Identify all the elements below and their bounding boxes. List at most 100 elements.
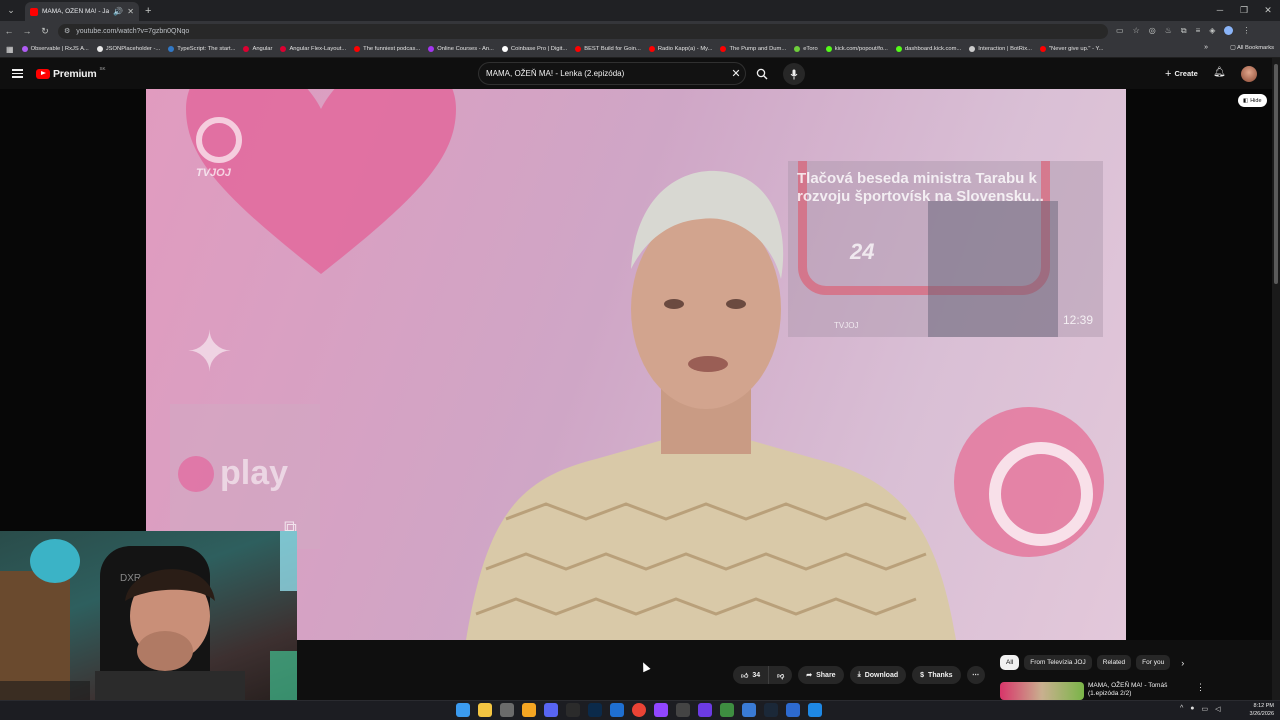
bookmark-item[interactable]: Angular — [243, 46, 272, 52]
taskbar-app-icon[interactable] — [698, 703, 712, 717]
volume-icon[interactable]: ◁ — [1215, 705, 1220, 713]
star-icon[interactable]: ☆ — [1133, 26, 1140, 36]
taskbar-app-icon[interactable] — [500, 703, 514, 717]
extension-icon[interactable]: ◎ — [1149, 26, 1156, 36]
like-button[interactable]: 👍︎ 34 — [733, 666, 770, 684]
related-video-item[interactable]: MAMA, OŽEŇ MA! - Tomáš (1.epizóda 2/2) ⋮ — [1000, 682, 1205, 700]
chip-all[interactable]: All — [1000, 655, 1020, 670]
more-actions-icon[interactable]: ⋯ — [966, 666, 985, 684]
bookmark-favicon-icon — [354, 46, 361, 52]
scrollbar-thumb[interactable] — [1274, 64, 1278, 284]
site-info-icon[interactable]: ⚙ — [64, 27, 70, 35]
taskbar-app-icon[interactable] — [676, 703, 690, 717]
bookmark-item[interactable]: Coinbase Pro | Digit... — [501, 46, 567, 52]
chip-related[interactable]: Related — [1096, 655, 1132, 670]
clear-search-icon[interactable]: ✕ — [727, 67, 745, 80]
address-bar[interactable]: ⚙ youtube.com/watch?v=7gzbn0QNqo — [58, 23, 1108, 39]
reload-icon[interactable]: ↻ — [36, 26, 54, 37]
bookmark-item[interactable]: TypeScript: The start... — [168, 46, 235, 52]
tray-chevron-icon[interactable]: ^ — [1180, 705, 1183, 713]
media-icon[interactable]: ≡ — [1196, 26, 1201, 36]
extension-icon[interactable]: ◈ — [1209, 26, 1215, 36]
minimize-icon[interactable]: ─ — [1208, 0, 1232, 21]
bookmark-item[interactable]: Angular Flex-Layout... — [280, 46, 346, 52]
bookmark-item[interactable]: The Pump and Dum... — [720, 46, 786, 52]
download-button[interactable]: ⤓ Download — [849, 666, 907, 684]
search-box[interactable]: MAMA, OŽEŇ MA! - Lenka (2.epizóda) ✕ — [478, 62, 746, 85]
speaker-icon[interactable]: 🔊 — [113, 7, 123, 16]
taskbar-app-icon[interactable] — [566, 703, 580, 717]
profile-icon[interactable] — [1224, 26, 1234, 35]
extension-icon[interactable]: ♨ — [1165, 26, 1172, 36]
close-window-icon[interactable]: ✕ — [1256, 0, 1280, 21]
streamer-webcam-overlay: DXR — [0, 531, 297, 720]
channel-watermark: TVJOJ — [196, 167, 231, 179]
taskbar-app-icon[interactable] — [522, 703, 536, 717]
file-explorer-icon[interactable] — [478, 703, 492, 717]
discord-icon[interactable] — [544, 703, 558, 717]
bookmark-item[interactable]: Online Courses - An... — [428, 46, 494, 52]
mic-tray-icon[interactable]: ● — [1190, 705, 1194, 713]
cast-icon[interactable]: ▭ — [1116, 26, 1124, 36]
photoshop-icon[interactable] — [588, 703, 602, 717]
page-scrollbar[interactable] — [1272, 58, 1280, 700]
youtube-logo[interactable]: Premium SK — [36, 66, 106, 80]
bookmark-item[interactable]: Interaction | BotRix... — [969, 46, 1032, 52]
network-icon[interactable]: ▭ — [1202, 705, 1209, 713]
search-input[interactable]: MAMA, OŽEŇ MA! - Lenka (2.epizóda) — [486, 69, 727, 78]
hamburger-menu-icon[interactable] — [12, 69, 23, 78]
chrome-icon[interactable] — [632, 703, 646, 717]
taskbar-app-icon[interactable] — [786, 703, 800, 717]
all-bookmarks-link[interactable]: ▢ All Bookmarks — [1230, 45, 1274, 51]
related-thumbnail[interactable] — [1000, 682, 1084, 700]
maximize-icon[interactable]: ❐ — [1232, 0, 1256, 21]
play-card[interactable]: play — [170, 404, 320, 549]
bookmarks-overflow-icon[interactable]: » — [1204, 44, 1208, 51]
forward-icon[interactable]: → — [18, 26, 36, 36]
taskbar-app-icon[interactable] — [610, 703, 624, 717]
bookmark-label: Angular Flex-Layout... — [289, 46, 347, 52]
clock-time: 8:12 PM — [1253, 703, 1274, 709]
bookmark-item[interactable]: kick.com/popout/fo... — [825, 46, 888, 52]
create-button[interactable]: + Create — [1159, 64, 1204, 83]
browser-toolbar: ← → ↻ ⚙ youtube.com/watch?v=7gzbn0QNqo ▭… — [0, 21, 1280, 41]
toolbar-icons: ▭ ☆ ◎ ♨ ⧉ ≡ ◈ ⋮ — [1116, 26, 1250, 36]
chip-for-you[interactable]: For you — [1136, 655, 1171, 670]
tab-close-icon[interactable]: ✕ — [127, 7, 134, 16]
bookmark-item[interactable]: JSONPlaceholder -... — [96, 46, 160, 52]
windows-start-icon[interactable] — [456, 703, 470, 717]
avatar[interactable] — [1241, 66, 1257, 82]
new-tab-button[interactable]: + — [145, 5, 151, 17]
taskbar-app-icon[interactable] — [742, 703, 756, 717]
kebab-menu-icon[interactable]: ⋮ — [1242, 26, 1250, 36]
taskbar-clock[interactable]: 8:12 PM 3/26/2026 — [1240, 702, 1274, 718]
thanks-button[interactable]: $ Thanks — [912, 666, 961, 684]
related-title[interactable]: MAMA, OŽEŇ MA! - Tomáš (1.epizóda 2/2) — [1088, 682, 1178, 700]
taskbar-app-icon[interactable] — [654, 703, 668, 717]
bookmark-item[interactable]: BEST Build for Goin... — [575, 46, 641, 52]
bookmark-item[interactable]: "Never give up." - Y... — [1039, 46, 1103, 52]
apps-icon[interactable]: ▦ — [6, 45, 14, 54]
bookmark-item[interactable]: Observable | RxJS A... — [21, 46, 89, 52]
dislike-button[interactable]: 👎︎ — [769, 666, 793, 684]
tab-search-icon[interactable]: ⌄ — [3, 3, 19, 19]
bookmark-item[interactable]: dashboard.kick.com... — [895, 46, 961, 52]
search-icon[interactable] — [749, 62, 775, 85]
chevron-right-icon[interactable]: › — [1181, 658, 1184, 668]
taskbar-app-icon[interactable] — [720, 703, 734, 717]
steam-icon[interactable] — [764, 703, 778, 717]
notifications-bell-icon[interactable]: 🔔︎ — [1213, 67, 1226, 78]
back-icon[interactable]: ← — [0, 26, 18, 36]
puzzle-icon[interactable]: ⧉ — [1181, 26, 1187, 36]
bookmark-item[interactable]: The funniest podcas... — [354, 46, 420, 52]
share-button[interactable]: ➦ Share — [798, 666, 844, 684]
browser-tab-active[interactable]: MAMA, OŽEŇ MA! - Jarka | 🔊 ✕ — [25, 2, 139, 21]
related-menu-icon[interactable]: ⋮ — [1196, 682, 1205, 700]
chip-from-channel[interactable]: From Televízia JOJ — [1024, 655, 1092, 670]
microphone-icon[interactable] — [783, 63, 805, 85]
hide-chat-button[interactable]: ◧ Hide — [1238, 94, 1267, 107]
bookmark-item[interactable]: Radio Kapp(a) - My... — [648, 46, 712, 52]
clock-date: 3/26/2026 — [1249, 711, 1274, 717]
taskbar-app-icon[interactable] — [808, 703, 822, 717]
bookmark-item[interactable]: eToro — [794, 46, 818, 52]
